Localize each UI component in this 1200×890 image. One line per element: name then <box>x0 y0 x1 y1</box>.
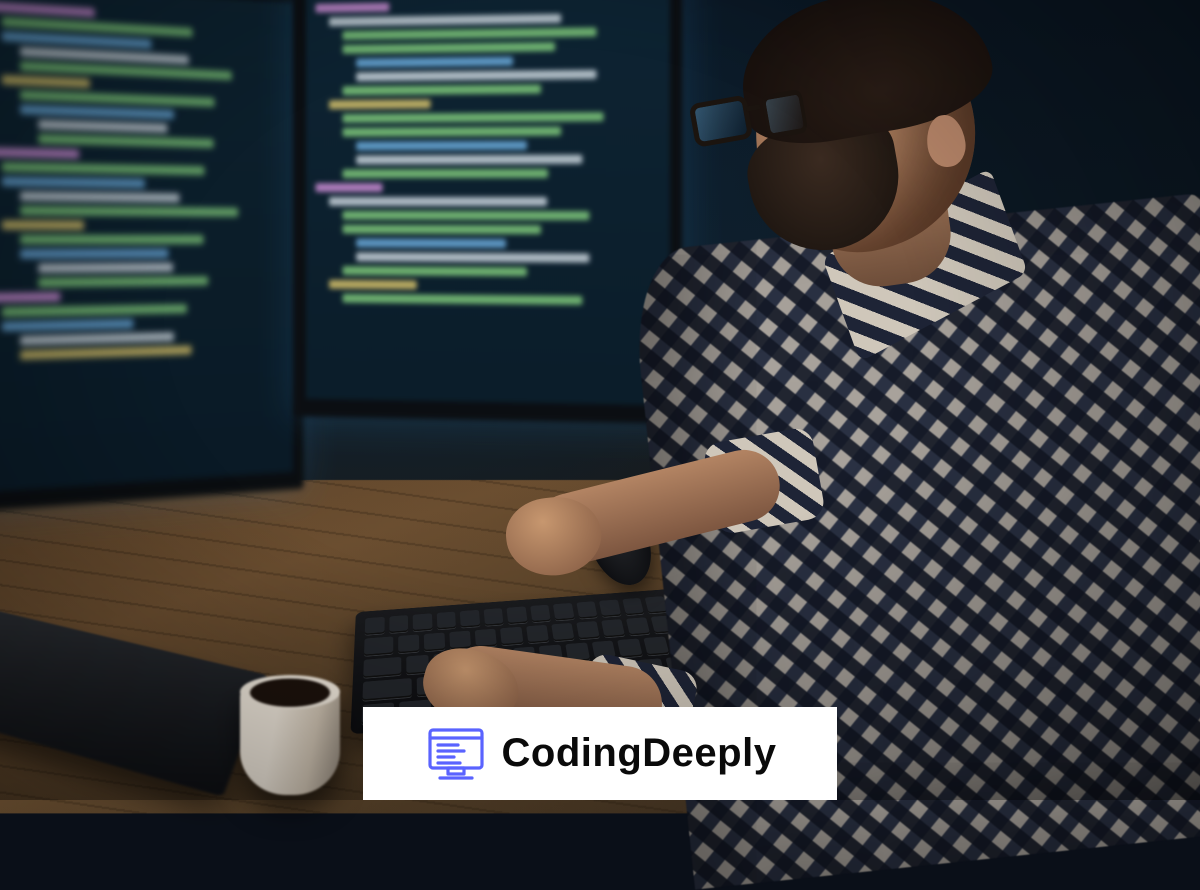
code-screen-left <box>0 0 293 493</box>
code-screen-center <box>306 0 670 405</box>
coffee-mug <box>230 675 358 803</box>
monitor-left <box>0 0 304 513</box>
watermark-badge: CodingDeeply <box>363 707 837 800</box>
computer-code-icon <box>424 722 488 786</box>
head <box>733 0 997 270</box>
eyeglasses <box>698 82 825 154</box>
photo-scene: CodingDeeply <box>0 0 1200 800</box>
beard <box>740 108 910 262</box>
monitor-center <box>294 0 682 424</box>
watermark-brand-text: CodingDeeply <box>502 731 777 776</box>
hair <box>730 0 1001 155</box>
